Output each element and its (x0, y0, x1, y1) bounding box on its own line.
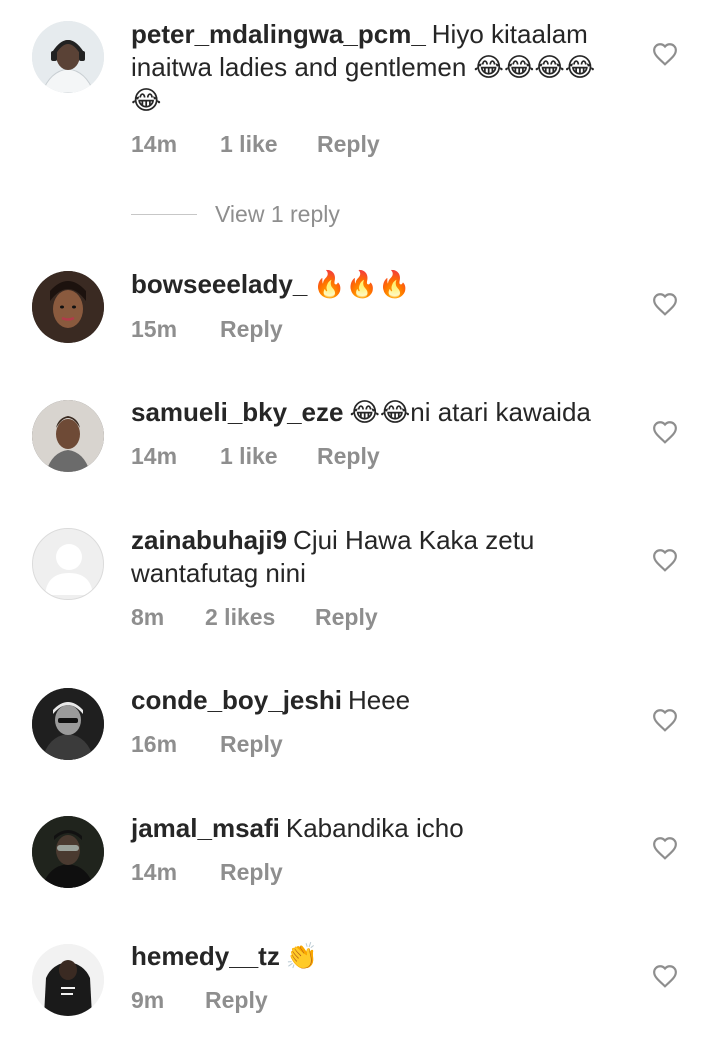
avatar[interactable] (32, 944, 104, 1016)
timestamp: 14m (131, 859, 178, 885)
reply-button[interactable]: Reply (317, 131, 380, 158)
username[interactable]: peter_mdalingwa_pcm_ (131, 19, 426, 49)
replies-divider (131, 213, 197, 215)
heart-outline-icon[interactable] (652, 964, 678, 988)
comment-body: Heee (347, 685, 411, 715)
timestamp: 15m (131, 316, 178, 342)
heart-outline-icon[interactable] (652, 42, 678, 66)
username[interactable]: jamal_msafi (131, 813, 280, 843)
heart-outline-icon[interactable] (652, 708, 678, 732)
comment-text: jamal_msafi Kabandika icho (131, 812, 621, 845)
comment-meta: 14m Reply (131, 859, 283, 886)
comment-body: 🔥🔥🔥 (313, 269, 411, 299)
likes-count[interactable]: 2 likes (205, 604, 315, 631)
avatar[interactable] (32, 21, 104, 93)
heart-outline-icon[interactable] (652, 836, 678, 860)
username[interactable]: zainabuhaji9 (131, 525, 287, 555)
comment-meta: 14m 1 like Reply (131, 131, 380, 158)
username[interactable]: bowseeelady_ (131, 269, 307, 299)
username[interactable]: samueli_bky_eze (131, 397, 343, 427)
heart-outline-icon[interactable] (652, 420, 678, 444)
comment-meta: 8m 2 likes Reply (131, 604, 378, 631)
comment-body: 👏 (285, 941, 319, 971)
avatar[interactable] (32, 528, 104, 600)
comment-text: bowseeelady_ 🔥🔥🔥 (131, 268, 621, 301)
reply-button[interactable]: Reply (220, 731, 283, 758)
avatar[interactable] (32, 400, 104, 472)
timestamp: 14m (131, 131, 178, 157)
reply-button[interactable]: Reply (317, 443, 380, 470)
comment-text: peter_mdalingwa_pcm_ Hiyo kitaalam inaitw… (131, 18, 621, 117)
reply-button[interactable]: Reply (205, 987, 268, 1014)
likes-count[interactable]: 1 like (220, 131, 317, 158)
timestamp: 8m (131, 604, 165, 630)
view-replies-button[interactable]: View 1 reply (131, 199, 340, 229)
reply-button[interactable]: Reply (315, 604, 378, 631)
timestamp: 16m (131, 731, 178, 757)
timestamp: 14m (131, 443, 178, 469)
username[interactable]: hemedy__tz (131, 941, 280, 971)
view-replies-label: View 1 reply (215, 200, 340, 227)
comment-meta: 15m Reply (131, 316, 283, 343)
comment-text: hemedy__tz 👏 (131, 940, 621, 973)
heart-outline-icon[interactable] (652, 292, 678, 316)
avatar[interactable] (32, 816, 104, 888)
comment-meta: 14m 1 like Reply (131, 443, 380, 470)
comment-body: 😂😂ni atari kawaida (349, 397, 591, 427)
comment-text: conde_boy_jeshi Heee (131, 684, 621, 717)
comment-body: Kabandika icho (285, 813, 464, 843)
heart-outline-icon[interactable] (652, 548, 678, 572)
avatar[interactable] (32, 271, 104, 343)
comment-meta: 16m Reply (131, 731, 283, 758)
comment-text: zainabuhaji9 Cjui Hawa Kaka zetu wantafut… (131, 524, 621, 590)
username[interactable]: conde_boy_jeshi (131, 685, 342, 715)
likes-count[interactable]: 1 like (220, 443, 317, 470)
timestamp: 9m (131, 987, 165, 1013)
comment-meta: 9m Reply (131, 987, 268, 1014)
avatar[interactable] (32, 688, 104, 760)
reply-button[interactable]: Reply (220, 859, 283, 886)
reply-button[interactable]: Reply (220, 316, 283, 343)
comment-text: samueli_bky_eze 😂😂ni atari kawaida (131, 396, 621, 429)
